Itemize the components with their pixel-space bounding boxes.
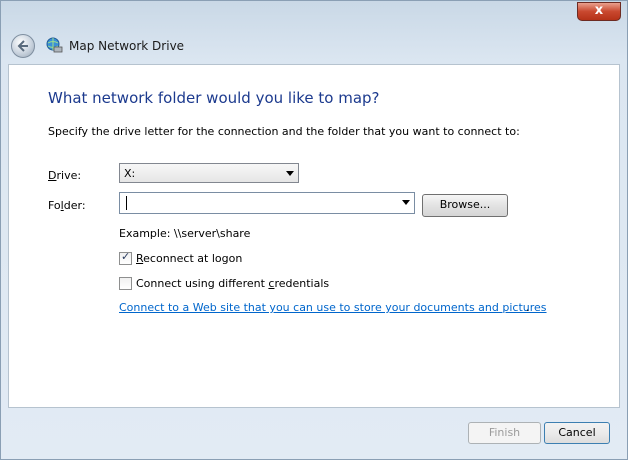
- drive-label: Drive:: [48, 169, 82, 182]
- cancel-button[interactable]: Cancel: [544, 422, 610, 444]
- credentials-checkbox[interactable]: [119, 277, 132, 290]
- map-network-drive-window: x Map Network Drive What network folder …: [0, 0, 628, 460]
- folder-input[interactable]: [119, 192, 415, 214]
- text-cursor: [126, 196, 127, 210]
- drive-select-value: X:: [124, 167, 136, 180]
- title-bar: x: [1, 1, 627, 29]
- dialog-content: What network folder would you like to ma…: [8, 64, 620, 408]
- checkmark-icon: ✓: [121, 250, 131, 263]
- browse-button[interactable]: Browse...: [422, 194, 508, 217]
- folder-label: Folder:: [48, 199, 86, 212]
- instruction-text: Specify the drive letter for the connect…: [48, 125, 520, 138]
- reconnect-checkbox[interactable]: ✓: [119, 250, 132, 265]
- link-period: .: [526, 301, 530, 314]
- window-title: Map Network Drive: [69, 39, 185, 53]
- page-title: What network folder would you like to ma…: [48, 89, 380, 107]
- web-site-link[interactable]: Connect to a Web site that you can use t…: [119, 301, 547, 314]
- reconnect-label[interactable]: Reconnect at logon: [136, 252, 242, 265]
- chevron-down-icon: [286, 171, 294, 176]
- network-drive-icon: [46, 37, 63, 53]
- close-icon: x: [594, 3, 604, 18]
- chevron-down-icon[interactable]: [402, 200, 410, 205]
- close-button[interactable]: x: [577, 2, 621, 21]
- back-arrow-icon: [17, 40, 28, 52]
- finish-button[interactable]: Finish: [468, 422, 541, 444]
- navigation-bar: Map Network Drive: [7, 31, 621, 63]
- credentials-label[interactable]: Connect using different credentials: [136, 277, 329, 290]
- back-button[interactable]: [11, 34, 35, 58]
- example-text: Example: \\server\share: [119, 227, 251, 240]
- drive-select[interactable]: X:: [119, 163, 299, 183]
